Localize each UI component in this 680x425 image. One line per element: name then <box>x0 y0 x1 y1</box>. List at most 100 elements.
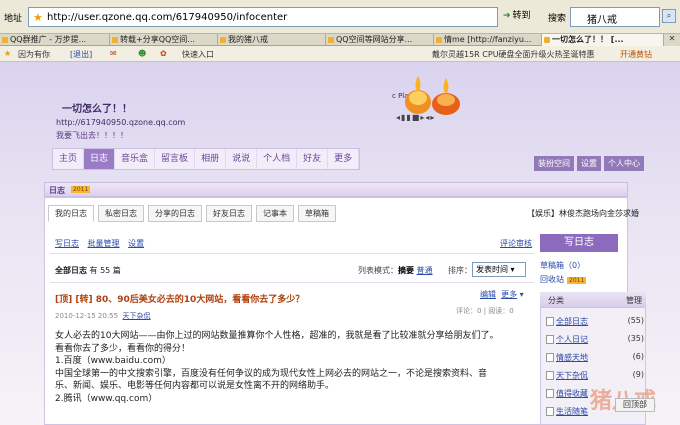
recycle-link[interactable]: 回收站 2011 <box>540 274 587 285</box>
tab-drafts[interactable]: 草稿箱 <box>298 205 336 222</box>
post-category[interactable]: 天下杂侃 <box>123 312 151 320</box>
list-mode: 列表模式：摘要 普通 <box>358 265 433 276</box>
edit-link[interactable]: 编辑 <box>480 290 496 299</box>
personal-center-button[interactable]: 个人中心 <box>604 156 644 171</box>
category-item[interactable]: 全部日志 (55) <box>546 314 644 329</box>
more-link[interactable]: 更多 <box>501 290 517 299</box>
nav-profile[interactable]: 个人档 <box>257 149 298 169</box>
nav-home[interactable]: 主页 <box>53 149 85 169</box>
post-line: 中国全球第一的中文搜索引擎，百度没有任何争议的成为现代女性上网必去的网站之一，不… <box>55 368 488 379</box>
count-label: 全部日志 <box>55 266 87 275</box>
comment-count[interactable]: 评论：0 <box>456 307 481 315</box>
post-date: 2010-12-15 20:55 <box>55 312 119 320</box>
space-url[interactable]: http://617940950.qzone.qq.com <box>56 118 185 127</box>
nav-album[interactable]: 相册 <box>195 149 227 169</box>
draft-link[interactable]: 草稿箱（0） <box>540 260 585 271</box>
close-tab-icon[interactable]: ✕ <box>664 34 680 46</box>
star-icon: ★ <box>33 11 43 24</box>
back-to-top-button[interactable]: 回顶部 <box>615 398 655 412</box>
friends-icon[interactable]: ☻ <box>138 49 146 58</box>
post-actions: 编辑 更多 ▾ <box>480 290 524 299</box>
ad-link[interactable]: 【娱乐】林俊杰跑场向金莎求婚 <box>527 208 639 219</box>
post-line: 女人必去的10大网站——由你上过的网站数量推算你个人性格，超准的，我就是看了比较… <box>55 331 499 341</box>
comment-review-link[interactable]: 评论审核 <box>500 238 532 249</box>
space-right-nav: 装扮空间 设置 个人中心 <box>534 156 644 171</box>
mail-icon[interactable]: ✉ <box>110 49 117 58</box>
post-meta: 2010-12-15 20:55 天下杂侃 <box>55 311 151 321</box>
tab-friends-blog[interactable]: 好友日志 <box>206 205 252 222</box>
news-ticker[interactable]: 戴尔灵越15R CPU硬盘全面升级火热圣诞特惠 <box>432 49 595 60</box>
mode-normal[interactable]: 普通 <box>417 266 433 275</box>
favorite-icon[interactable]: ★ <box>4 49 11 58</box>
category-manage-link[interactable]: 管理 <box>626 295 642 306</box>
tab-private-blog[interactable]: 私密日志 <box>98 205 144 222</box>
recycle-label: 回收站 <box>540 275 564 284</box>
post-line: 乐、新闻、娱乐、电影等任何内容都可以说是女性离不开的网络助手。 <box>55 381 335 391</box>
post-line: 2.腾讯（www.qq.com） <box>55 393 158 404</box>
post-line: 1.百度（www.baidu.com） <box>55 356 171 366</box>
category-item[interactable]: 天下杂侃 (9) <box>546 368 644 383</box>
browser-tab-active[interactable]: 一切怎么了！！ [... <box>542 34 664 46</box>
nav-friends[interactable]: 好友 <box>297 149 329 169</box>
candles-decoration <box>405 76 460 115</box>
nav-guestbook[interactable]: 留言板 <box>155 149 196 169</box>
browser-tab[interactable]: 转载+分享QQ空间... <box>110 34 218 46</box>
section-title: 日志 <box>49 186 65 195</box>
search-value: 猪八戒 <box>587 15 617 26</box>
space-nav: 主页 日志 音乐盒 留言板 相册 说说 个人档 好友 更多 <box>52 148 361 170</box>
write-blog-button[interactable]: 写日志 <box>540 234 618 252</box>
year-badge: 2011 <box>71 186 91 193</box>
go-button[interactable]: ➔ 转到 <box>503 8 543 26</box>
go-label: 转到 <box>512 11 531 21</box>
category-name: 天下杂侃 <box>556 371 588 380</box>
tab-notebook[interactable]: 记事本 <box>256 205 294 222</box>
notice-icon[interactable]: ✿ <box>160 49 167 58</box>
quick-entry[interactable]: 快速入口 <box>182 49 214 60</box>
category-item[interactable]: 情感天地 (6) <box>546 350 644 365</box>
category-count: (35) <box>627 334 644 343</box>
tab-bar: QQ群推广 - 万步提... 转载+分享QQ空间... 我的猪八戒 QQ空间等网… <box>0 34 680 46</box>
blog-settings-link[interactable]: 设置 <box>128 239 144 248</box>
category-header: 分类 管理 <box>540 292 646 308</box>
tab-my-blog[interactable]: 我的日志 <box>48 205 94 222</box>
decorate-space-button[interactable]: 装扮空间 <box>534 156 574 171</box>
category-name: 情感天地 <box>556 353 588 362</box>
blog-action-links: 写日志 批量管理 设置 <box>55 238 150 249</box>
browser-tab[interactable]: QQ空间等网站分享... <box>326 34 434 46</box>
nav-music[interactable]: 音乐盒 <box>115 149 156 169</box>
batch-manage-link[interactable]: 批量管理 <box>88 239 120 248</box>
post-line: 看看你去了多少，看看你的得分！ <box>55 343 191 354</box>
blog-section-header: 日志 2011 <box>44 182 628 197</box>
blog-subtabs: 我的日志 私密日志 分享的日志 好友日志 记事本 草稿箱 <box>48 205 336 222</box>
category-count: (6) <box>632 352 644 361</box>
open-vip-link[interactable]: 开通黄钻 <box>620 49 652 60</box>
settings-button[interactable]: 设置 <box>577 156 601 171</box>
browser-tab[interactable]: 情me [http://fanziyu... <box>434 34 542 46</box>
category-title: 分类 <box>548 296 564 305</box>
nav-shuoshuo[interactable]: 说说 <box>226 149 258 169</box>
mode-summary[interactable]: 摘要 <box>398 266 414 275</box>
nav-more[interactable]: 更多 <box>328 149 360 169</box>
nav-blog[interactable]: 日志 <box>84 149 116 169</box>
search-icon[interactable]: ⌕ <box>662 9 676 23</box>
category-count: (9) <box>632 370 644 379</box>
address-bar: 地址 ★ http://user.qzone.qq.com/617940950/… <box>0 0 680 34</box>
browser-tab[interactable]: QQ群推广 - 万步提... <box>0 34 110 46</box>
post-title[interactable]: [顶] [转] 80、90后美女必去的10大网站，看看你去了多少？ <box>55 292 304 305</box>
browser-tab[interactable]: 我的猪八戒 <box>218 34 326 46</box>
tab-shared-blog[interactable]: 分享的日志 <box>148 205 202 222</box>
sort-value: 发表时间 <box>476 265 508 274</box>
read-count: 阅读：0 <box>488 307 514 315</box>
write-blog-link[interactable]: 写日志 <box>55 239 79 248</box>
category-name: 值得收藏 <box>556 389 588 398</box>
url-input[interactable]: ★ http://user.qzone.qq.com/617940950/inf… <box>28 7 498 27</box>
search-input[interactable]: 猪八戒 <box>570 7 660 27</box>
category-item[interactable]: 个人日记 (35) <box>546 332 644 347</box>
category-name: 生活随笔 <box>556 407 588 416</box>
logout-link[interactable]: [退出] <box>70 49 92 60</box>
post-body: 女人必去的10大网站——由你上过的网站数量推算你个人性格，超准的，我就是看了比较… <box>55 330 525 405</box>
user-name: 因为有你 <box>18 50 50 59</box>
quick-bar: ★ 因为有你 [退出] ✉ ☻ ✿ 快速入口 戴尔灵越15R CPU硬盘全面升级… <box>0 46 680 62</box>
music-player-controls[interactable]: ◂▮▮■▸◂▸ <box>396 113 435 122</box>
sort-select[interactable]: 发表时间 ▾ <box>472 262 526 277</box>
